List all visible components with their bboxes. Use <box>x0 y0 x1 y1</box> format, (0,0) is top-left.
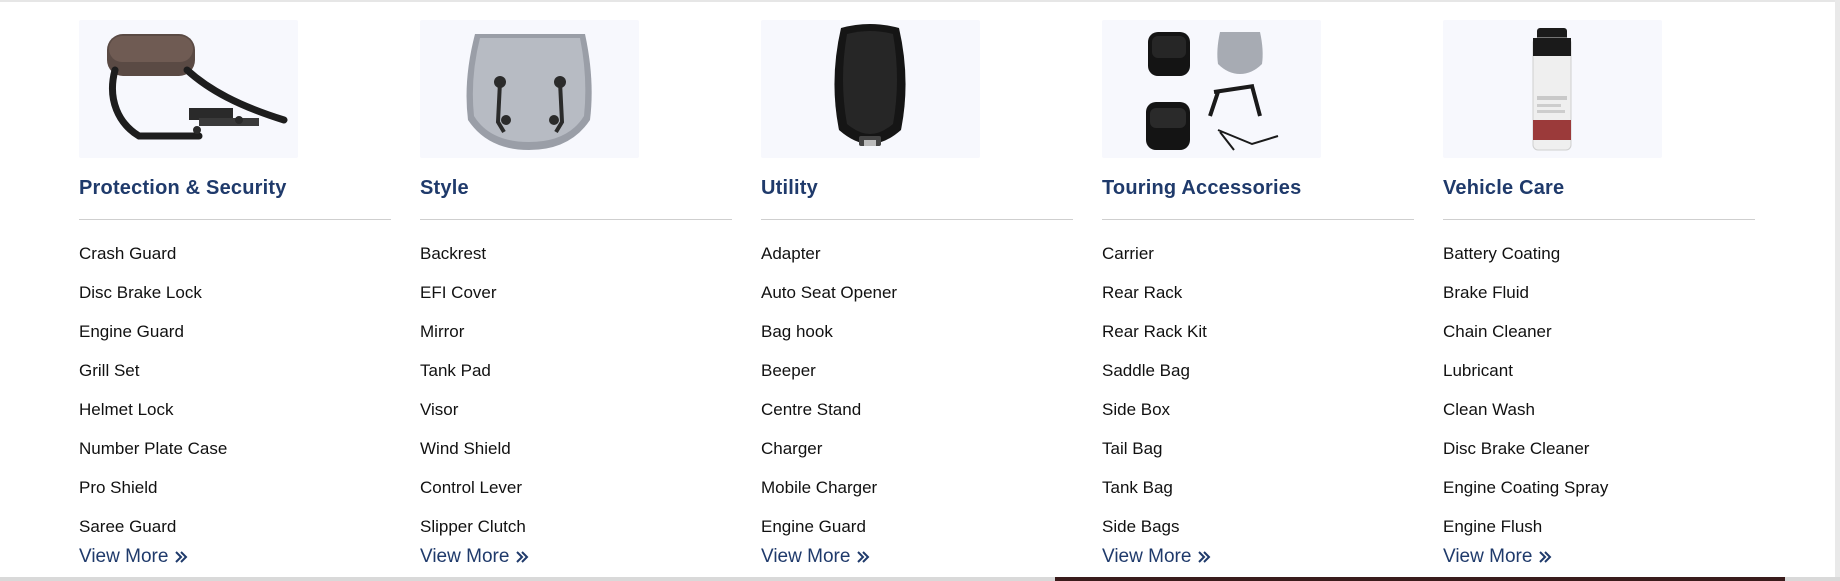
touring-kit-image[interactable] <box>1102 20 1321 158</box>
column-title[interactable]: Vehicle Care <box>1443 176 1755 200</box>
list-item[interactable]: Mobile Charger <box>761 468 1073 507</box>
menu-column-vehicle-care: Vehicle Care Battery Coating Brake Fluid… <box>1443 20 1755 570</box>
list-item[interactable]: Rear Rack Kit <box>1102 312 1414 351</box>
list-item[interactable]: Wind Shield <box>420 429 732 468</box>
list-item[interactable]: Slipper Clutch <box>420 507 732 546</box>
list-item[interactable]: Rear Rack <box>1102 273 1414 312</box>
view-more-link[interactable]: View More <box>761 542 870 572</box>
column-title[interactable]: Utility <box>761 176 1073 200</box>
column-title[interactable]: Protection & Security <box>79 176 391 200</box>
title-divider <box>420 219 732 220</box>
list-item[interactable]: Grill Set <box>79 351 391 390</box>
list-item[interactable]: Brake Fluid <box>1443 273 1755 312</box>
menu-column-utility: Utility Adapter Auto Seat Opener Bag hoo… <box>761 20 1073 570</box>
list-item[interactable]: Chain Cleaner <box>1443 312 1755 351</box>
list-item[interactable]: Crash Guard <box>79 234 391 273</box>
windshield-image[interactable] <box>420 20 639 158</box>
title-divider <box>1102 219 1414 220</box>
item-list: Carrier Rear Rack Rear Rack Kit Saddle B… <box>1102 234 1414 546</box>
list-item[interactable]: Disc Brake Cleaner <box>1443 429 1755 468</box>
list-item[interactable]: EFI Cover <box>420 273 732 312</box>
menu-column-style: Style Backrest EFI Cover Mirror Tank Pad… <box>420 20 732 570</box>
accessories-mega-menu: Protection & Security Crash Guard Disc B… <box>79 20 1779 570</box>
item-list: Battery Coating Brake Fluid Chain Cleane… <box>1443 234 1755 546</box>
list-item[interactable]: Side Box <box>1102 390 1414 429</box>
view-more-link[interactable]: View More <box>1443 542 1552 572</box>
view-more-link[interactable]: View More <box>420 542 529 572</box>
list-item[interactable]: Helmet Lock <box>79 390 391 429</box>
list-item[interactable]: Engine Guard <box>761 507 1073 546</box>
list-item[interactable]: Tank Pad <box>420 351 732 390</box>
view-more-label: View More <box>1102 546 1192 567</box>
item-list: Adapter Auto Seat Opener Bag hook Beeper… <box>761 234 1073 546</box>
title-divider <box>1443 219 1755 220</box>
list-item[interactable]: Clean Wash <box>1443 390 1755 429</box>
list-item[interactable]: Charger <box>761 429 1073 468</box>
list-item[interactable]: Tail Bag <box>1102 429 1414 468</box>
view-more-label: View More <box>420 546 510 567</box>
list-item[interactable]: Disc Brake Lock <box>79 273 391 312</box>
list-item[interactable]: Bag hook <box>761 312 1073 351</box>
list-item[interactable]: Saddle Bag <box>1102 351 1414 390</box>
item-list: Crash Guard Disc Brake Lock Engine Guard… <box>79 234 391 546</box>
bottom-banner-edge <box>1055 577 1785 581</box>
double-chevron-right-icon <box>857 551 870 563</box>
double-chevron-right-icon <box>516 551 529 563</box>
menu-column-protection-security: Protection & Security Crash Guard Disc B… <box>79 20 391 570</box>
list-item[interactable]: Centre Stand <box>761 390 1073 429</box>
list-item[interactable]: Pro Shield <box>79 468 391 507</box>
view-more-link[interactable]: View More <box>79 542 188 572</box>
list-item[interactable]: Control Lever <box>420 468 732 507</box>
title-divider <box>79 219 391 220</box>
list-item[interactable]: Saree Guard <box>79 507 391 546</box>
list-item[interactable]: Engine Flush <box>1443 507 1755 546</box>
list-item[interactable]: Battery Coating <box>1443 234 1755 273</box>
top-border <box>0 0 1840 2</box>
backrest-bar-image[interactable] <box>79 20 298 158</box>
list-item[interactable]: Tank Bag <box>1102 468 1414 507</box>
title-divider <box>761 219 1073 220</box>
double-chevron-right-icon <box>175 551 188 563</box>
view-more-label: View More <box>79 546 169 567</box>
list-item[interactable]: Adapter <box>761 234 1073 273</box>
list-item[interactable]: Carrier <box>1102 234 1414 273</box>
seat-cover-image[interactable] <box>761 20 980 158</box>
view-more-label: View More <box>761 546 851 567</box>
list-item[interactable]: Visor <box>420 390 732 429</box>
list-item[interactable]: Mirror <box>420 312 732 351</box>
list-item[interactable]: Backrest <box>420 234 732 273</box>
menu-column-touring-accessories: Touring Accessories Carrier Rear Rack Re… <box>1102 20 1414 570</box>
list-item[interactable]: Number Plate Case <box>79 429 391 468</box>
view-more-link[interactable]: View More <box>1102 542 1211 572</box>
double-chevron-right-icon <box>1198 551 1211 563</box>
list-item[interactable]: Side Bags <box>1102 507 1414 546</box>
scrollbar[interactable] <box>1835 0 1840 581</box>
spray-can-image[interactable] <box>1443 20 1662 158</box>
double-chevron-right-icon <box>1539 551 1552 563</box>
list-item[interactable]: Engine Guard <box>79 312 391 351</box>
view-more-label: View More <box>1443 546 1533 567</box>
item-list: Backrest EFI Cover Mirror Tank Pad Visor… <box>420 234 732 546</box>
list-item[interactable]: Engine Coating Spray <box>1443 468 1755 507</box>
list-item[interactable]: Auto Seat Opener <box>761 273 1073 312</box>
column-title[interactable]: Style <box>420 176 732 200</box>
list-item[interactable]: Lubricant <box>1443 351 1755 390</box>
list-item[interactable]: Beeper <box>761 351 1073 390</box>
column-title[interactable]: Touring Accessories <box>1102 176 1414 200</box>
